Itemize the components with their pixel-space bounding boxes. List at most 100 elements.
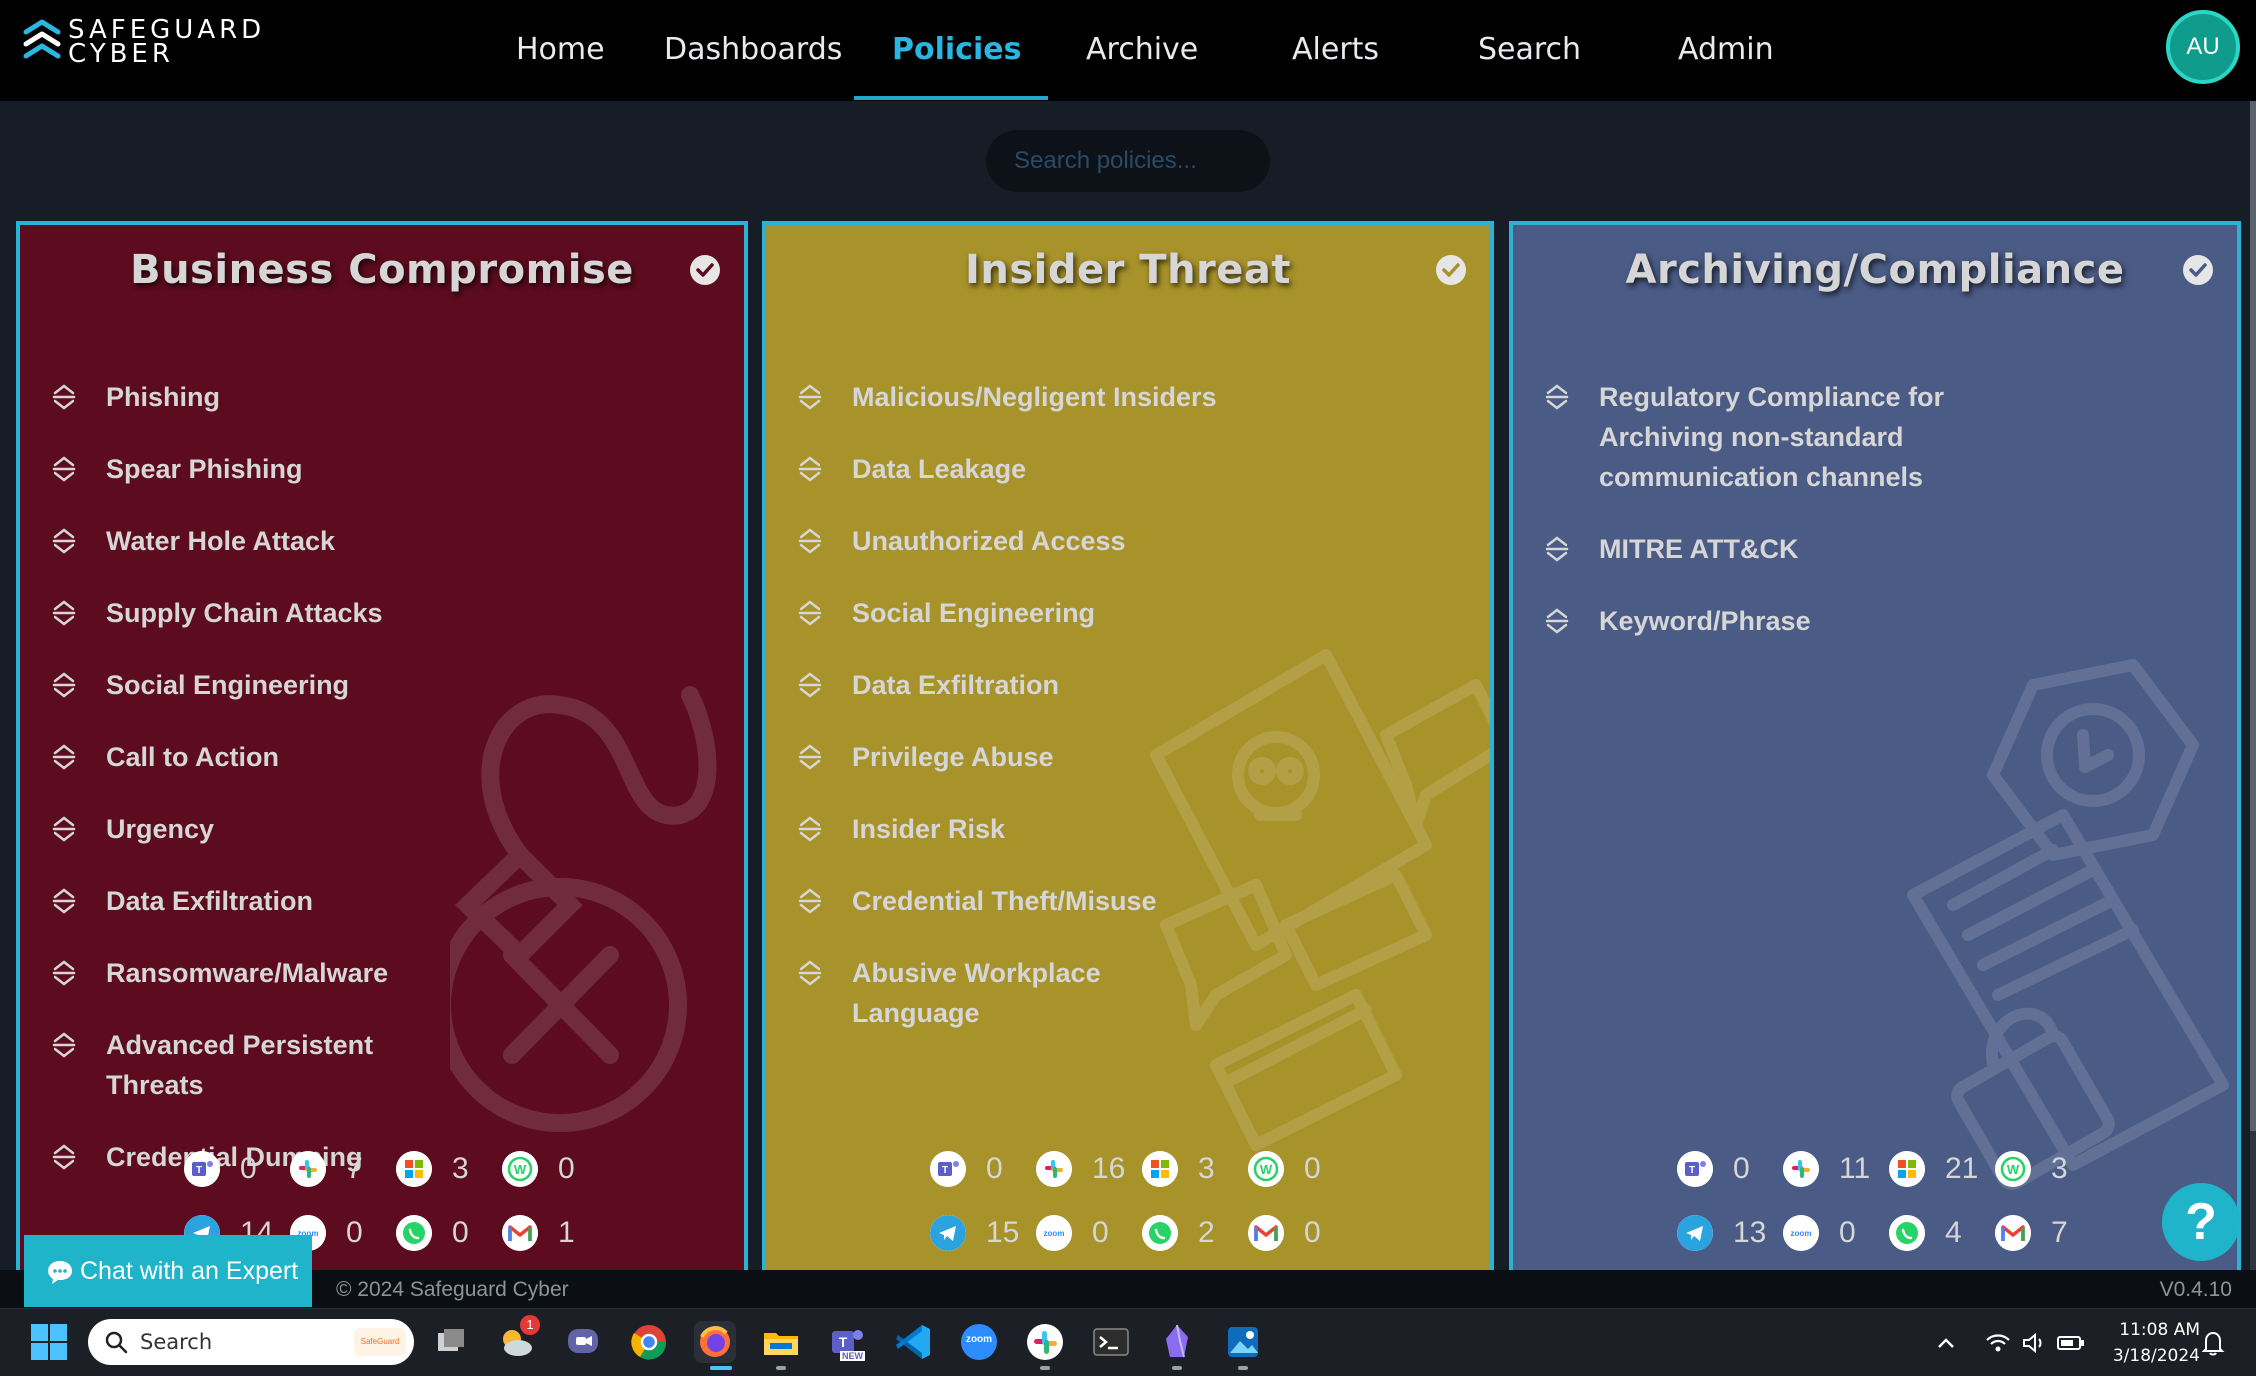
notification-bell-icon[interactable] [2200,1329,2226,1357]
count-row: T 0 16 3 W 0 [766,1149,1490,1189]
nav-policies[interactable]: Policies [892,28,1021,72]
chat-with-expert-button[interactable]: Chat with an Expert [24,1235,312,1307]
policy-item[interactable]: Supply Chain Attacks [50,593,390,633]
policy-item[interactable]: Malicious/Negligent Insiders [796,377,1217,417]
policy-list: Malicious/Negligent Insiders Data Leakag… [796,377,1217,1065]
firefox-icon[interactable] [694,1321,736,1363]
whatsapp-business-icon: W [502,1151,538,1187]
system-clock[interactable]: 11:08 AM 3/18/2024 [2100,1317,2200,1369]
check-circle-icon[interactable] [2181,253,2215,287]
policy-item[interactable]: Keyword/Phrase [1543,601,1983,641]
check-circle-icon[interactable] [688,253,722,287]
battery-icon[interactable] [2056,1329,2086,1357]
task-view-icon[interactable] [430,1321,472,1363]
safeguard-logo[interactable]: SAFEGUARD CYBER [22,17,302,67]
sort-icon[interactable] [50,1031,78,1059]
microsoft-icon [396,1151,432,1187]
policy-card-business-compromise[interactable]: Business Compromise Phishing Spear Phish… [16,221,748,1275]
policy-card-archiving-compliance[interactable]: Archiving/Compliance Regulatory Complian… [1509,221,2241,1275]
nav-archive[interactable]: Archive [1086,28,1198,72]
whatsapp-business-icon: W [1248,1151,1284,1187]
policy-item[interactable]: Unauthorized Access [796,521,1217,561]
file-explorer-icon[interactable] [760,1321,802,1363]
policy-label: Data Exfiltration [852,670,1060,700]
teams-new-app[interactable]: T NEW [826,1321,868,1363]
terminal-icon[interactable] [1090,1321,1132,1363]
nav-admin[interactable]: Admin [1678,28,1774,72]
policy-item[interactable]: Data Exfiltration [796,665,1217,705]
policy-item[interactable]: Spear Phishing [50,449,390,489]
obsidian-icon[interactable] [1156,1321,1198,1363]
sort-icon[interactable] [796,383,824,411]
windows-start-icon[interactable] [30,1323,68,1361]
sort-icon[interactable] [50,671,78,699]
policy-item[interactable]: Urgency [50,809,390,849]
sort-icon[interactable] [796,887,824,915]
zoom-app-label: zoom [965,1334,993,1345]
count-value: 21 [1945,1152,1979,1185]
policy-label: Unauthorized Access [852,526,1126,556]
volume-icon[interactable] [2020,1329,2048,1357]
help-button[interactable]: ? [2162,1183,2240,1261]
slack-app-icon[interactable] [1024,1321,1066,1363]
policy-item[interactable]: Advanced Persistent Threats [50,1025,390,1105]
sort-icon[interactable] [50,887,78,915]
vscode-icon[interactable] [892,1321,934,1363]
sort-icon[interactable] [50,959,78,987]
chrome-icon[interactable] [628,1321,670,1363]
sort-icon[interactable] [796,959,824,987]
sort-icon[interactable] [50,815,78,843]
sort-icon[interactable] [50,455,78,483]
policy-item[interactable]: Insider Risk [796,809,1217,849]
sort-icon[interactable] [796,527,824,555]
policy-item[interactable]: Social Engineering [50,665,390,705]
nav-alerts[interactable]: Alerts [1292,28,1379,72]
count-value: 0 [1304,1216,1321,1249]
teams-chat-icon[interactable] [562,1321,604,1363]
sort-icon[interactable] [50,527,78,555]
policy-item[interactable]: Data Leakage [796,449,1217,489]
policy-item[interactable]: Social Engineering [796,593,1217,633]
chevron-up-icon[interactable] [1934,1331,1958,1355]
page-scrollbar-thumb[interactable] [2250,101,2256,1131]
policy-item[interactable]: Call to Action [50,737,390,777]
photos-app-icon[interactable] [1222,1321,1264,1363]
policy-item[interactable]: Credential Theft/Misuse [796,881,1217,921]
policy-label: Regulatory Compliance for Archiving non-… [1599,382,1945,492]
sort-icon[interactable] [1543,535,1571,563]
sort-icon[interactable] [50,599,78,627]
policy-card-insider-threat[interactable]: Insider Threat Malicious/Negligent Insid… [762,221,1494,1275]
policy-item[interactable]: MITRE ATT&CK [1543,529,1983,569]
nav-home[interactable]: Home [516,28,605,72]
nav-search[interactable]: Search [1478,28,1581,72]
weather-widget[interactable]: 1 [496,1315,540,1363]
sort-icon[interactable] [1543,607,1571,635]
sort-icon[interactable] [796,599,824,627]
svg-text:T: T [196,1165,202,1176]
check-circle-icon[interactable] [1434,253,1468,287]
count-value: 0 [1304,1152,1321,1185]
nav-dashboards[interactable]: Dashboards [664,28,842,72]
policy-item[interactable]: Abusive Workplace Language [796,953,1136,1033]
count-value: 3 [452,1152,469,1185]
sort-icon[interactable] [796,455,824,483]
teams-new-badge: NEW [840,1351,865,1361]
sort-icon[interactable] [1543,383,1571,411]
taskbar-search-box[interactable]: Search SafeGuard [88,1319,414,1365]
zoom-app[interactable]: zoom [958,1321,1000,1363]
policy-search-input[interactable] [986,130,1270,192]
policy-item[interactable]: Privilege Abuse [796,737,1217,777]
sort-icon[interactable] [50,383,78,411]
whatsapp-icon [1889,1215,1925,1251]
sort-icon[interactable] [796,743,824,771]
user-avatar[interactable]: AU [2166,10,2240,84]
policy-item[interactable]: Water Hole Attack [50,521,390,561]
policy-item[interactable]: Data Exfiltration [50,881,390,921]
sort-icon[interactable] [50,743,78,771]
sort-icon[interactable] [796,671,824,699]
sort-icon[interactable] [796,815,824,843]
wifi-icon[interactable] [1984,1329,2012,1357]
policy-item[interactable]: Ransomware/Malware [50,953,390,993]
policy-item[interactable]: Regulatory Compliance for Archiving non-… [1543,377,1983,497]
policy-item[interactable]: Phishing [50,377,390,417]
